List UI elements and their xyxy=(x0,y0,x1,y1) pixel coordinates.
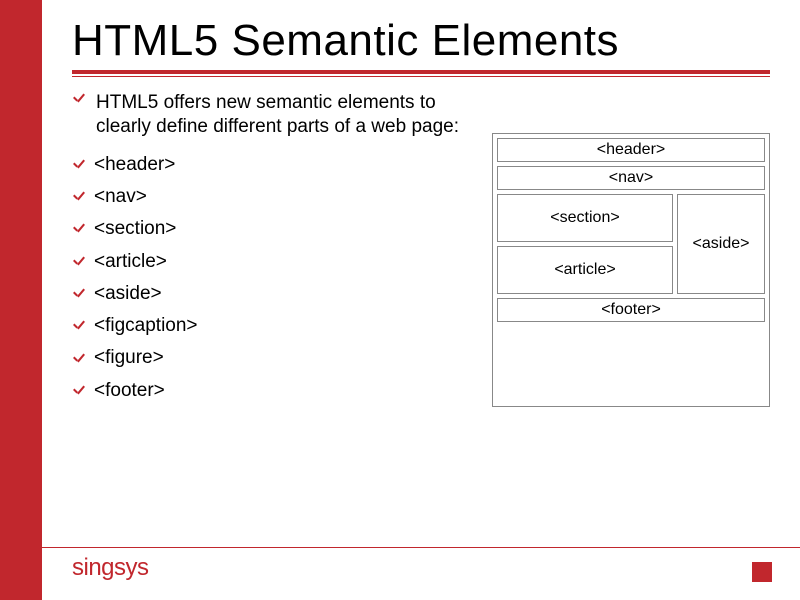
item-label: <figcaption> xyxy=(94,310,198,342)
diagram-footer: <footer> xyxy=(497,298,765,322)
slide-content: HTML5 Semantic Elements HTML5 offers new… xyxy=(42,0,800,600)
check-icon xyxy=(72,351,88,367)
list-item: <aside> xyxy=(72,278,472,310)
diagram-aside: <aside> xyxy=(677,194,765,294)
check-icon xyxy=(72,318,88,334)
diagram-middle-row: <section> <article> <aside> xyxy=(497,194,765,294)
footer-square-icon xyxy=(752,562,772,582)
intro-row: HTML5 offers new semantic elements to cl… xyxy=(72,91,472,139)
item-label: <article> xyxy=(94,246,167,278)
item-label: <header> xyxy=(94,149,175,181)
brand-logo: singsys xyxy=(72,554,149,582)
list-item: <header> xyxy=(72,149,472,181)
item-label: <figure> xyxy=(94,342,164,374)
check-icon xyxy=(72,157,88,173)
title-underline xyxy=(72,70,770,74)
item-label: <section> xyxy=(94,213,176,245)
intro-text: HTML5 offers new semantic elements to cl… xyxy=(96,91,472,139)
diagram-nav: <nav> xyxy=(497,166,765,190)
diagram-main-col: <section> <article> xyxy=(497,194,673,294)
diagram-section: <section> xyxy=(497,194,673,242)
list-item: <article> xyxy=(72,246,472,278)
slide-title: HTML5 Semantic Elements xyxy=(72,18,770,64)
diagram-article: <article> xyxy=(497,246,673,294)
layout-diagram: <header> <nav> <section> <article> <asid… xyxy=(492,133,770,407)
title-thin-line xyxy=(72,76,770,77)
check-icon xyxy=(72,221,88,237)
check-icon xyxy=(72,254,88,270)
diagram-header: <header> xyxy=(497,138,765,162)
item-label: <aside> xyxy=(94,278,162,310)
list-item: <figcaption> xyxy=(72,310,472,342)
check-icon xyxy=(72,383,88,399)
item-label: <footer> xyxy=(94,375,165,407)
footer-line xyxy=(42,547,800,548)
left-column: HTML5 offers new semantic elements to cl… xyxy=(72,91,472,407)
content-area: HTML5 offers new semantic elements to cl… xyxy=(72,91,770,407)
list-item: <nav> xyxy=(72,181,472,213)
diagram-aside-col: <aside> xyxy=(677,194,765,294)
check-icon xyxy=(72,189,88,205)
check-icon xyxy=(72,286,88,302)
list-item: <section> xyxy=(72,213,472,245)
list-item: <figure> xyxy=(72,342,472,374)
item-label: <nav> xyxy=(94,181,147,213)
check-icon xyxy=(72,91,88,107)
red-sidebar xyxy=(0,0,42,600)
list-item: <footer> xyxy=(72,375,472,407)
